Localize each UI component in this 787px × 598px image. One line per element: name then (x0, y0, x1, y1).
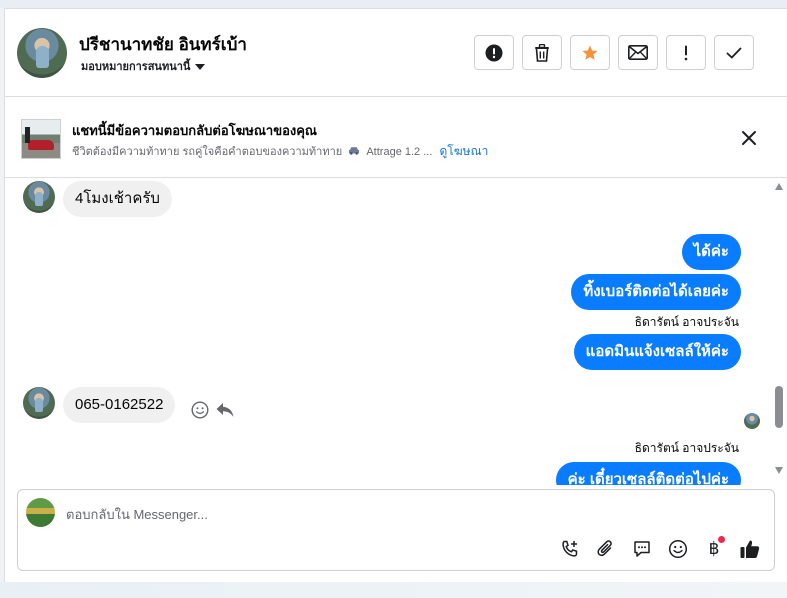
emoji-button[interactable] (666, 537, 690, 561)
react-emoji-icon[interactable] (191, 401, 209, 419)
scroll-down-arrow[interactable] (775, 467, 783, 474)
incoming-message[interactable]: 065-0162522 (63, 387, 176, 423)
exclamation-icon (684, 45, 688, 60)
star-button[interactable] (570, 35, 610, 70)
exclamation-circle-icon (485, 44, 503, 61)
sender-name: ธิดารัตน์ อาจประจัน (634, 315, 739, 329)
composer-tools: ฿ (558, 536, 762, 561)
ad-banner-subtitle: ชีวิตต้องมีความท้าทาย รถคู่ใจคือคำตอบของ… (72, 142, 488, 161)
saved-reply-icon (634, 541, 650, 557)
reply-input[interactable] (66, 504, 666, 524)
assign-conversation-label: มอบหมายการสนทนานี้ (81, 61, 191, 73)
emoji-icon (668, 539, 688, 559)
message-composer: ฿ (17, 489, 775, 571)
contact-avatar-small[interactable] (23, 181, 55, 213)
attachment-icon (597, 540, 612, 557)
sender-name: ธิดารัตน์ อาจประจัน (634, 441, 739, 455)
car-icon (348, 146, 360, 158)
spam-button[interactable] (474, 35, 514, 70)
page-avatar (26, 498, 55, 527)
saved-reply-button[interactable] (630, 537, 654, 561)
notification-dot (718, 536, 725, 543)
reply-arrow-icon[interactable] (215, 401, 235, 419)
baht-payment-icon: ฿ (708, 539, 720, 559)
header-actions (474, 35, 754, 70)
close-banner-icon[interactable] (740, 129, 758, 147)
contact-avatar-small[interactable] (23, 387, 55, 419)
bottom-strip (0, 582, 787, 598)
caret-down-icon (195, 63, 206, 70)
like-icon (740, 540, 760, 558)
outgoing-message[interactable]: ได้ค่ะ (681, 234, 741, 270)
envelope-icon (628, 45, 648, 60)
incoming-message[interactable]: 4โมงเช้าครับ (63, 181, 172, 217)
mark-done-button[interactable] (714, 35, 754, 70)
conversation-header: ปรีชานาทชัย อินทร์เบ้า มอบหมายการสนทนานี… (5, 9, 787, 97)
conversation-panel: ปรีชานาทชัย อินทร์เบ้า มอบหมายการสนทนานี… (4, 8, 787, 582)
add-call-button[interactable] (558, 537, 582, 561)
delete-button[interactable] (522, 35, 562, 70)
assign-conversation-dropdown[interactable]: มอบหมายการสนทนานี้ (81, 57, 206, 75)
ad-subtitle-text: ชีวิตต้องมีความท้าทาย รถคู่ใจคือคำตอบของ… (72, 146, 343, 158)
contact-name[interactable]: ปรีชานาทชัย อินทร์เบ้า (79, 31, 247, 58)
scroll-up-arrow[interactable] (775, 183, 783, 190)
trash-icon (535, 43, 549, 62)
follow-up-button[interactable] (666, 35, 706, 70)
outgoing-message[interactable]: ทิ้งเบอร์ติดต่อได้เลยค่ะ (571, 274, 741, 310)
like-button[interactable] (738, 537, 762, 561)
contact-avatar[interactable] (17, 28, 67, 78)
ad-banner-title: แชทนี้มีข้อความตอบกลับต่อโฆษณาของคุณ (72, 123, 317, 138)
ad-thumbnail[interactable] (21, 119, 61, 159)
scrollbar-thumb[interactable] (775, 386, 783, 428)
view-ad-link[interactable]: ดูโฆษณา (439, 144, 488, 158)
payment-button[interactable]: ฿ (702, 536, 726, 561)
outgoing-message[interactable]: ค่ะ เดี๋ยวเซลล์ติดต่อไปค่ะ (555, 462, 741, 485)
star-icon (582, 45, 598, 60)
ad-subtitle-suffix: Attrage 1.2 ... (366, 146, 433, 158)
mark-unread-button[interactable] (618, 35, 658, 70)
checkmark-icon (726, 47, 742, 58)
ad-reply-banner: แชทนี้มีข้อความตอบกลับต่อโฆษณาของคุณ ชีว… (5, 98, 787, 178)
add-call-icon (562, 540, 578, 557)
message-thread: 4โมงเช้าครับ ได้ค่ะ ทิ้งเบอร์ติดต่อได้เล… (5, 179, 775, 485)
attachment-button[interactable] (594, 537, 618, 561)
seen-avatar (744, 413, 760, 429)
outgoing-message[interactable]: แอดมินแจ้งเซลล์ให้ค่ะ (573, 334, 741, 370)
